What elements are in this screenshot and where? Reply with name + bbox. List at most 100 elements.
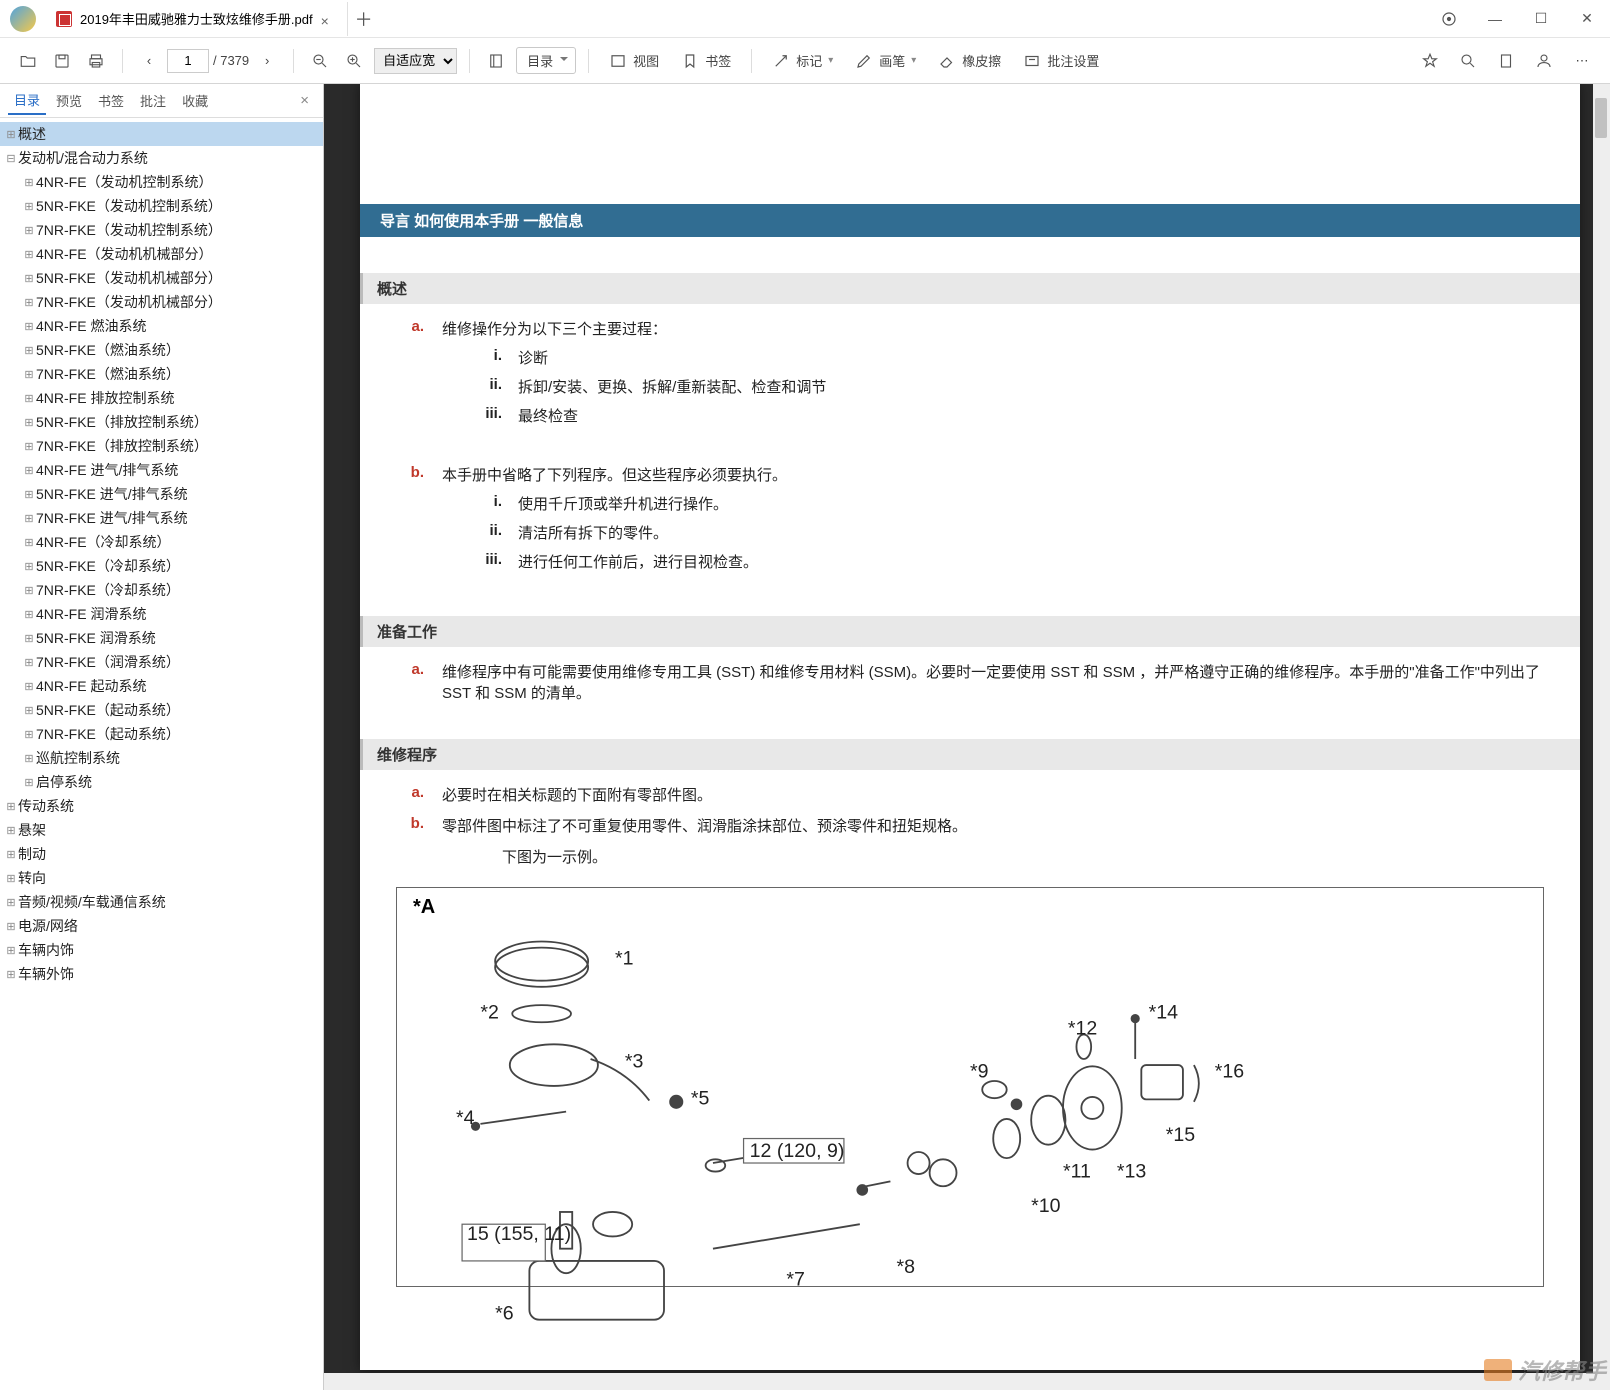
tree-node[interactable]: ⊞转向 <box>0 866 323 890</box>
batch-annotation-button[interactable]: 批注设置 <box>1015 51 1107 70</box>
tree-node[interactable]: ⊞5NR-FKE 润滑系统 <box>0 626 323 650</box>
expand-icon[interactable]: ⊞ <box>22 752 36 765</box>
expand-icon[interactable]: ⊞ <box>22 728 36 741</box>
bookmark-button[interactable]: 书签 <box>673 51 739 70</box>
minimize-button[interactable]: — <box>1472 0 1518 38</box>
sidebar-tab-toc[interactable]: 目录 <box>8 86 46 115</box>
expand-icon[interactable]: ⊞ <box>22 416 36 429</box>
tree-node[interactable]: ⊞电源/网络 <box>0 914 323 938</box>
expand-icon[interactable]: ⊞ <box>22 632 36 645</box>
tree-node[interactable]: ⊞7NR-FKE（润滑系统） <box>0 650 323 674</box>
favorite-button[interactable] <box>1416 47 1444 75</box>
expand-icon[interactable]: ⊞ <box>22 464 36 477</box>
tree-node[interactable]: ⊞概述 <box>0 122 323 146</box>
close-tab-icon[interactable]: × <box>321 13 333 25</box>
next-page-button[interactable]: › <box>253 47 281 75</box>
expand-icon[interactable]: ⊞ <box>4 944 18 957</box>
tree-node[interactable]: ⊞7NR-FKE（燃油系统） <box>0 362 323 386</box>
search-button[interactable] <box>1454 47 1482 75</box>
sidebar-tab-fav[interactable]: 收藏 <box>176 87 214 114</box>
tree-node[interactable]: ⊟发动机/混合动力系统 <box>0 146 323 170</box>
page-input[interactable] <box>167 49 209 73</box>
more-button[interactable]: ⋯ <box>1568 47 1596 75</box>
tree-node[interactable]: ⊞车辆内饰 <box>0 938 323 962</box>
expand-icon[interactable]: ⊞ <box>4 128 18 141</box>
clipboard-button[interactable] <box>1492 47 1520 75</box>
tree-node[interactable]: ⊞7NR-FKE（起动系统） <box>0 722 323 746</box>
tree-node[interactable]: ⊞4NR-FE 起动系统 <box>0 674 323 698</box>
expand-icon[interactable]: ⊞ <box>22 176 36 189</box>
expand-icon[interactable]: ⊞ <box>22 560 36 573</box>
open-file-button[interactable] <box>14 47 42 75</box>
tree-node[interactable]: ⊞4NR-FE（发动机控制系统） <box>0 170 323 194</box>
sidebar-tab-preview[interactable]: 预览 <box>50 87 88 114</box>
expand-icon[interactable]: ⊞ <box>22 368 36 381</box>
tree-node[interactable]: ⊞5NR-FKE（发动机机械部分） <box>0 266 323 290</box>
expand-icon[interactable]: ⊞ <box>22 224 36 237</box>
sidebar-tab-annot[interactable]: 批注 <box>134 87 172 114</box>
tree-node[interactable]: ⊞4NR-FE（冷却系统） <box>0 530 323 554</box>
tree-node[interactable]: ⊞传动系统 <box>0 794 323 818</box>
tree-node[interactable]: ⊞7NR-FKE 进气/排气系统 <box>0 506 323 530</box>
tree-node[interactable]: ⊞4NR-FE（发动机机械部分） <box>0 242 323 266</box>
expand-icon[interactable]: ⊞ <box>22 608 36 621</box>
expand-icon[interactable]: ⊞ <box>4 848 18 861</box>
view-button[interactable]: 视图 <box>601 51 667 70</box>
expand-icon[interactable]: ⊞ <box>22 488 36 501</box>
expand-icon[interactable]: ⊞ <box>22 296 36 309</box>
close-window-button[interactable]: ✕ <box>1564 0 1610 38</box>
tree-node[interactable]: ⊞车辆外饰 <box>0 962 323 986</box>
new-tab-button[interactable]: ＋ <box>348 6 380 32</box>
layout-button[interactable] <box>482 47 510 75</box>
document-viewer[interactable]: 导言 如何使用本手册 一般信息 概述 a. 维修操作分为以下三个主要过程： i.… <box>324 84 1610 1390</box>
expand-icon[interactable]: ⊞ <box>22 656 36 669</box>
tree-node[interactable]: ⊞巡航控制系统 <box>0 746 323 770</box>
tree-node[interactable]: ⊞7NR-FKE（发动机控制系统） <box>0 218 323 242</box>
eraser-button[interactable]: 橡皮擦 <box>930 51 1009 70</box>
print-button[interactable] <box>82 47 110 75</box>
expand-icon[interactable]: ⊞ <box>4 872 18 885</box>
tree-node[interactable]: ⊞5NR-FKE（燃油系统） <box>0 338 323 362</box>
vertical-scrollbar[interactable] <box>1593 84 1610 1390</box>
sidebar-close-icon[interactable]: × <box>294 88 315 113</box>
expand-icon[interactable]: ⊞ <box>22 200 36 213</box>
expand-icon[interactable]: ⊞ <box>4 968 18 981</box>
tree-node[interactable]: ⊞制动 <box>0 842 323 866</box>
zoom-select[interactable]: 自适应宽 <box>374 48 457 74</box>
horizontal-scrollbar[interactable] <box>324 1373 1610 1390</box>
expand-icon[interactable]: ⊞ <box>22 680 36 693</box>
scroll-thumb[interactable] <box>1595 98 1607 138</box>
tree-node[interactable]: ⊞4NR-FE 排放控制系统 <box>0 386 323 410</box>
expand-icon[interactable]: ⊞ <box>22 344 36 357</box>
tree-node[interactable]: ⊞悬架 <box>0 818 323 842</box>
expand-icon[interactable]: ⊞ <box>22 536 36 549</box>
expand-icon[interactable]: ⊞ <box>22 512 36 525</box>
maximize-button[interactable]: ☐ <box>1518 0 1564 38</box>
tree-node[interactable]: ⊞5NR-FKE（排放控制系统） <box>0 410 323 434</box>
tree-node[interactable]: ⊞7NR-FKE（冷却系统） <box>0 578 323 602</box>
expand-icon[interactable]: ⊞ <box>4 824 18 837</box>
tree-node[interactable]: ⊞5NR-FKE（起动系统） <box>0 698 323 722</box>
toc-dropdown[interactable]: 目录 <box>516 47 576 74</box>
expand-icon[interactable]: ⊞ <box>4 800 18 813</box>
tree-node[interactable]: ⊞4NR-FE 进气/排气系统 <box>0 458 323 482</box>
tree-node[interactable]: ⊞5NR-FKE（冷却系统） <box>0 554 323 578</box>
tree-node[interactable]: ⊞4NR-FE 燃油系统 <box>0 314 323 338</box>
expand-icon[interactable]: ⊞ <box>22 320 36 333</box>
expand-icon[interactable]: ⊞ <box>22 584 36 597</box>
mark-button[interactable]: 标记▾ <box>764 51 841 70</box>
save-button[interactable] <box>48 47 76 75</box>
prev-page-button[interactable]: ‹ <box>135 47 163 75</box>
tree-node[interactable]: ⊞启停系统 <box>0 770 323 794</box>
zoom-out-button[interactable] <box>306 47 334 75</box>
tree-node[interactable]: ⊞音频/视频/车载通信系统 <box>0 890 323 914</box>
tree-node[interactable]: ⊞5NR-FKE 进气/排气系统 <box>0 482 323 506</box>
zoom-in-button[interactable] <box>340 47 368 75</box>
document-tab[interactable]: 2019年丰田威驰雅力士致炫维修手册.pdf × <box>42 2 348 36</box>
expand-icon[interactable]: ⊟ <box>4 152 18 165</box>
expand-icon[interactable]: ⊞ <box>22 776 36 789</box>
user-button[interactable] <box>1530 47 1558 75</box>
expand-icon[interactable]: ⊞ <box>4 896 18 909</box>
sidebar-tab-bookmark[interactable]: 书签 <box>92 87 130 114</box>
expand-icon[interactable]: ⊞ <box>22 248 36 261</box>
